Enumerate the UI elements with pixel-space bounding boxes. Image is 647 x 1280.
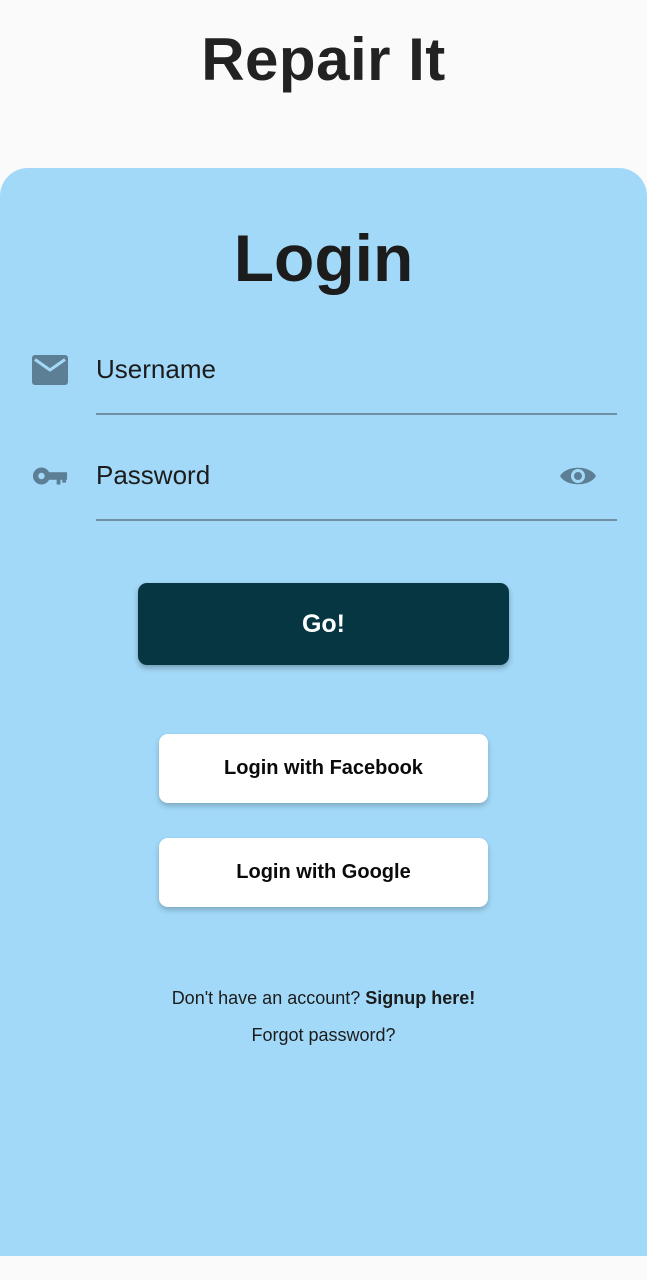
signup-prompt-text: Don't have an account? bbox=[171, 988, 361, 1008]
eye-icon[interactable] bbox=[558, 456, 598, 496]
login-with-google-button[interactable]: Login with Google bbox=[159, 838, 488, 907]
forgot-password-link[interactable]: Forgot password? bbox=[251, 1025, 395, 1045]
username-input[interactable] bbox=[96, 347, 617, 391]
login-card: Login Go! Login with Facebook Login with… bbox=[0, 168, 647, 1256]
password-underline bbox=[96, 519, 617, 521]
signup-prompt: Don't have an account? Signup here! bbox=[0, 986, 647, 1010]
login-with-facebook-button[interactable]: Login with Facebook bbox=[159, 734, 488, 803]
login-heading: Login bbox=[233, 221, 414, 295]
key-icon bbox=[32, 458, 68, 494]
app-title: Repair It bbox=[201, 26, 446, 93]
go-button[interactable]: Go! bbox=[138, 583, 509, 665]
signup-link[interactable]: Signup here! bbox=[365, 988, 475, 1008]
forgot-password-row: Forgot password? bbox=[0, 1023, 647, 1047]
username-underline bbox=[96, 413, 617, 415]
mail-icon bbox=[32, 352, 68, 388]
password-input[interactable] bbox=[96, 453, 617, 497]
